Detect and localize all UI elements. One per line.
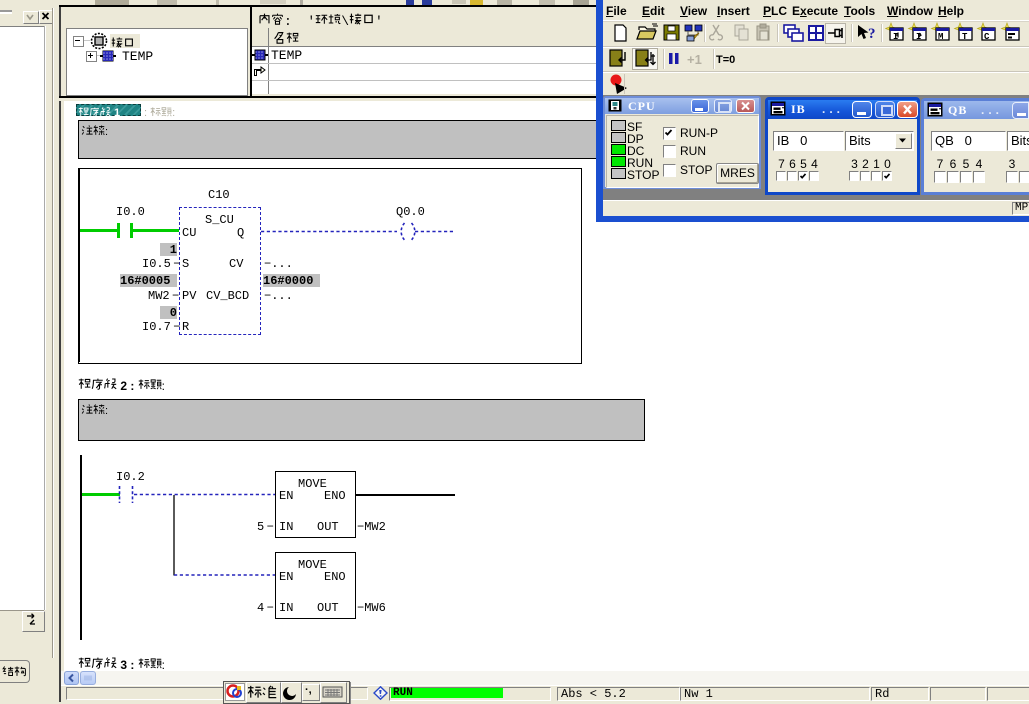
svg-text:M: M (938, 32, 943, 42)
svg-text:C: C (984, 32, 990, 42)
svg-text:T=0: T=0 (716, 54, 735, 66)
svg-text:T: T (962, 32, 968, 42)
svg-text:?: ? (868, 26, 876, 42)
svg-text:I: I (916, 32, 921, 42)
svg-text:+1: +1 (687, 52, 702, 67)
